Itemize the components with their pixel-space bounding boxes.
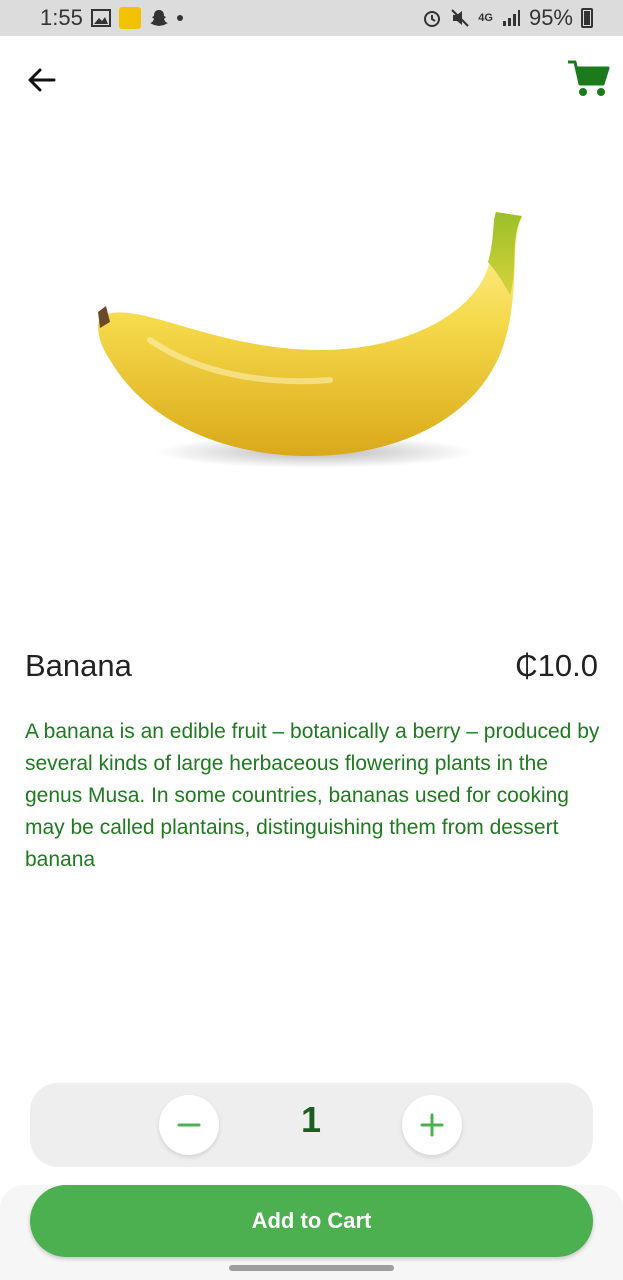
battery-percent: 95% bbox=[528, 5, 573, 30]
status-left: 1:55 bbox=[40, 5, 183, 31]
shopping-cart-icon[interactable] bbox=[566, 58, 610, 98]
product-price: ₵10.0 bbox=[515, 648, 598, 683]
quantity-value: 1 bbox=[300, 1099, 322, 1140]
decrement-button[interactable] bbox=[159, 1095, 219, 1155]
app-bar bbox=[0, 36, 623, 120]
product-title-row: Banana ₵10.0 bbox=[25, 648, 598, 684]
alarm-icon bbox=[424, 11, 441, 27]
mtn-app-icon bbox=[118, 7, 141, 29]
network-type: 4G bbox=[478, 12, 493, 24]
product-name: Banana bbox=[25, 648, 132, 683]
increment-button[interactable] bbox=[402, 1095, 462, 1155]
signal-icon bbox=[502, 10, 520, 26]
quantity-stepper: 1 bbox=[30, 1083, 593, 1167]
arrow-left-icon[interactable] bbox=[24, 62, 60, 98]
gesture-nav-handle[interactable] bbox=[229, 1265, 394, 1271]
snapchat-icon bbox=[149, 10, 168, 26]
product-description: A banana is an edible fruit – botanicall… bbox=[25, 720, 600, 871]
minus-icon bbox=[177, 1123, 201, 1127]
status-time: 1:55 bbox=[40, 5, 83, 30]
gallery-icon bbox=[90, 9, 111, 27]
plus-icon bbox=[420, 1113, 444, 1137]
banana-image bbox=[98, 212, 522, 468]
battery-icon bbox=[581, 8, 593, 28]
add-to-cart-button[interactable]: Add to Cart bbox=[30, 1185, 593, 1257]
status-right: 4G 95% bbox=[422, 5, 593, 31]
status-bar: 1:55 4G 95% bbox=[0, 0, 623, 36]
mute-icon bbox=[451, 9, 469, 27]
more-notifications-dot bbox=[176, 15, 183, 21]
add-to-cart-label: Add to Cart bbox=[251, 1208, 372, 1233]
